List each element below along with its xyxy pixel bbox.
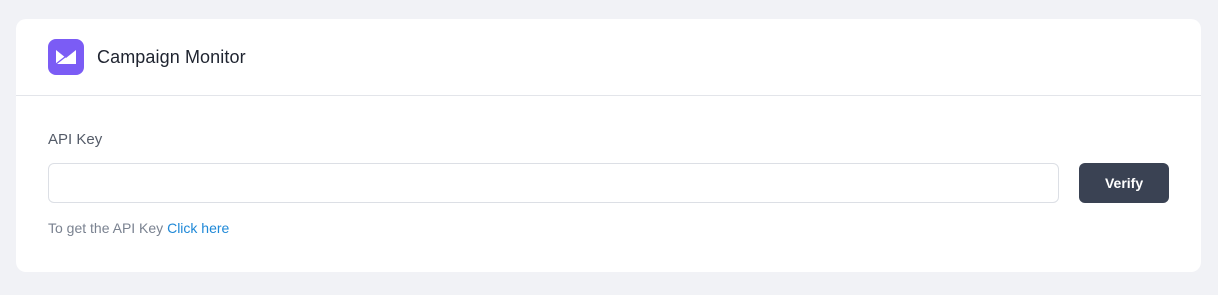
help-text: To get the API Key Click here: [48, 220, 1169, 236]
card-header: Campaign Monitor: [16, 19, 1201, 96]
api-key-label: API Key: [48, 131, 103, 148]
help-text-label: To get the API Key: [48, 220, 164, 236]
envelope-icon: [55, 50, 76, 65]
verify-button[interactable]: Verify: [1079, 163, 1169, 203]
click-here-link[interactable]: Click here: [167, 220, 229, 236]
api-key-row: Verify: [48, 163, 1169, 203]
integration-title: Campaign Monitor: [97, 46, 246, 67]
integration-card: Campaign Monitor API Key Verify To get t…: [16, 19, 1201, 272]
api-key-input[interactable]: [48, 163, 1060, 203]
card-body: API Key Verify To get the API Key Click …: [16, 96, 1201, 236]
campaign-monitor-logo: [48, 39, 84, 75]
